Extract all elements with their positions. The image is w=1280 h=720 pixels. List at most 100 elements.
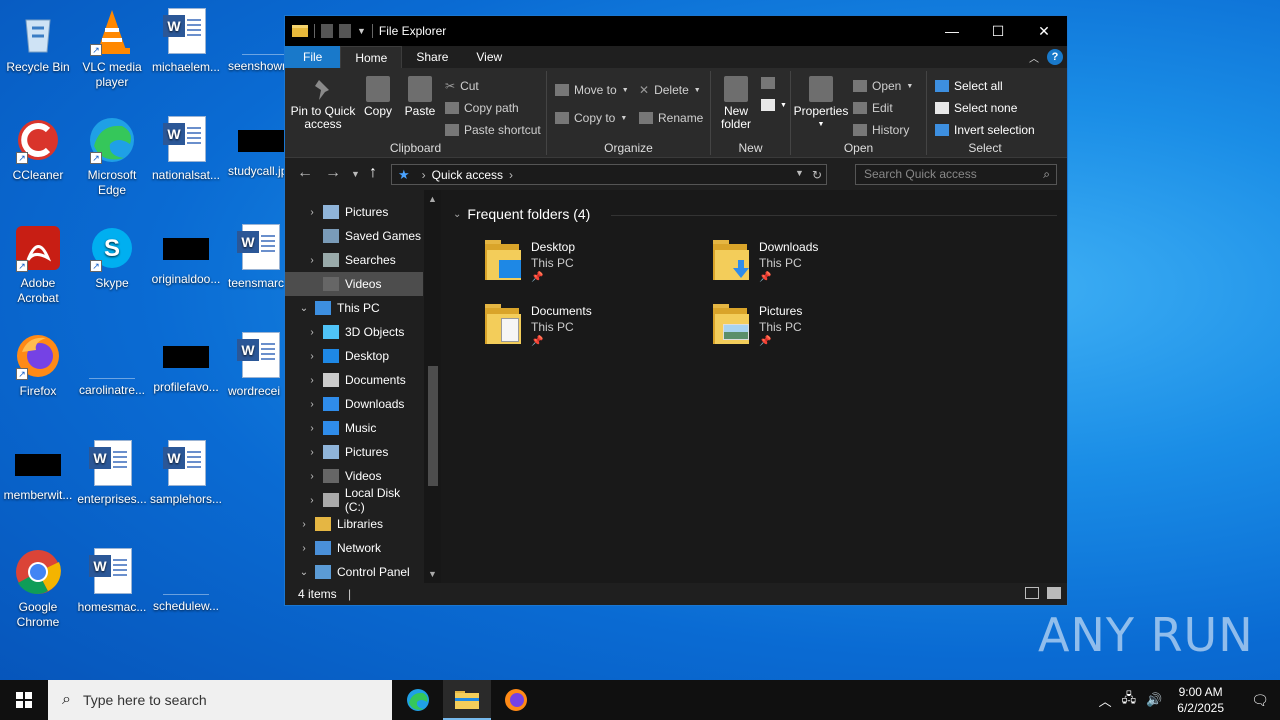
history-button[interactable]: History: [853, 123, 909, 137]
new-folder-quick-icon[interactable]: [339, 24, 351, 38]
recycle-bin-shortcut[interactable]: Recycle Bin: [0, 8, 76, 75]
rename-button[interactable]: Rename: [639, 111, 703, 125]
volume-icon[interactable]: 🔊: [1146, 692, 1162, 708]
teensmarc-doc[interactable]: W teensmarc: [222, 224, 284, 291]
up-arrow-icon[interactable]: ↑: [369, 164, 377, 182]
nav-item-videos-pc[interactable]: › Videos: [285, 464, 423, 488]
collapse-chevron-icon[interactable]: ⌄: [297, 303, 311, 314]
memberwit-file[interactable]: memberwit...: [0, 440, 76, 503]
copy-path-button[interactable]: Copy path: [445, 101, 519, 115]
copy-button[interactable]: Copy: [361, 76, 395, 118]
cut-button[interactable]: ✂ Cut: [445, 79, 479, 93]
wordrecei-doc[interactable]: W wordrecei: [222, 332, 284, 399]
tab-file[interactable]: File: [285, 46, 341, 68]
enterprises-doc[interactable]: W enterprises...: [74, 440, 150, 507]
adobe-acrobat-shortcut[interactable]: ↗ Adobe Acrobat: [0, 224, 76, 306]
properties-button[interactable]: Properties ▼: [793, 76, 849, 131]
open-button[interactable]: Open ▼: [853, 79, 913, 93]
title-bar[interactable]: ▼ File Explorer — ☐ ✕: [285, 16, 1067, 46]
tab-view[interactable]: View: [462, 46, 516, 68]
search-input[interactable]: Search Quick access ⌕: [855, 164, 1057, 185]
start-button[interactable]: [0, 680, 48, 720]
expand-chevron-icon[interactable]: ›: [297, 543, 311, 554]
close-button[interactable]: ✕: [1021, 16, 1067, 46]
taskbar-search-box[interactable]: ⌕ Type here to search: [48, 680, 392, 720]
expand-chevron-icon[interactable]: ›: [297, 519, 311, 530]
select-none-button[interactable]: Select none: [935, 101, 1017, 115]
homesmac-doc[interactable]: W homesmac...: [74, 548, 150, 615]
notification-center-icon[interactable]: 🗨: [1240, 692, 1280, 709]
folder-tile-downloads[interactable]: Downloads This PC 📌: [713, 240, 933, 296]
carolinatre-file[interactable]: carolinatre...: [74, 332, 150, 398]
expand-chevron-icon[interactable]: ›: [305, 447, 319, 458]
folder-tile-desktop[interactable]: Desktop This PC 📌: [485, 240, 705, 296]
expand-chevron-icon[interactable]: ›: [305, 351, 319, 362]
show-hidden-icons-chevron-icon[interactable]: ︿: [1099, 691, 1112, 710]
pin-quick-access-button[interactable]: Pin to Quick access: [289, 76, 357, 131]
studycall-file[interactable]: studycall.jp: [222, 116, 284, 179]
edge-shortcut[interactable]: ↗ Microsoft Edge: [74, 116, 150, 198]
easy-access-button[interactable]: ▼: [761, 99, 787, 111]
expand-chevron-icon[interactable]: ›: [305, 327, 319, 338]
copy-to-button[interactable]: Copy to ▼: [555, 111, 627, 125]
new-item-button[interactable]: [761, 77, 775, 89]
nav-item-desktop[interactable]: › Desktop: [285, 344, 423, 368]
details-view-icon[interactable]: [1025, 587, 1039, 599]
network-icon[interactable]: 🖧: [1122, 689, 1137, 711]
collapse-ribbon-icon[interactable]: ︿: [1029, 50, 1039, 65]
expand-chevron-icon[interactable]: ›: [305, 423, 319, 434]
customize-quick-access-icon[interactable]: ▼: [357, 26, 366, 36]
folder-tile-pictures[interactable]: Pictures This PC 📌: [713, 304, 933, 360]
clock[interactable]: 9:00 AM 6/2/2025: [1177, 684, 1224, 716]
invert-selection-button[interactable]: Invert selection: [935, 123, 1035, 137]
nav-item-pictures[interactable]: › Pictures: [285, 200, 423, 224]
schedulew-file[interactable]: schedulew...: [148, 548, 224, 614]
taskbar-firefox[interactable]: [492, 680, 540, 720]
scrollbar-thumb[interactable]: [428, 366, 438, 486]
forward-arrow-icon[interactable]: →: [325, 164, 341, 182]
expand-chevron-icon[interactable]: ›: [305, 471, 319, 482]
expand-chevron-icon[interactable]: ›: [305, 375, 319, 386]
taskbar-file-explorer[interactable]: [443, 680, 491, 720]
new-folder-button[interactable]: New folder: [715, 76, 757, 131]
expand-chevron-icon[interactable]: ›: [305, 207, 319, 218]
move-to-button[interactable]: Move to ▼: [555, 83, 629, 97]
firefox-shortcut[interactable]: ↗ Firefox: [0, 332, 76, 399]
nav-item-searches[interactable]: › Searches: [285, 248, 423, 272]
nav-item-network[interactable]: › Network: [285, 536, 423, 560]
recent-locations-chevron-icon[interactable]: ▼: [351, 169, 360, 179]
delete-button[interactable]: ✕ Delete ▼: [639, 83, 701, 97]
help-icon[interactable]: ?: [1047, 49, 1063, 65]
expand-chevron-icon[interactable]: ›: [305, 255, 319, 266]
breadcrumb-quick-access[interactable]: Quick access: [432, 168, 503, 182]
folder-tile-documents[interactable]: Documents This PC 📌: [485, 304, 705, 360]
ccleaner-shortcut[interactable]: ↗ CCleaner: [0, 116, 76, 183]
minimize-button[interactable]: —: [929, 16, 975, 46]
large-icons-view-icon[interactable]: [1047, 587, 1061, 599]
paste-shortcut-button[interactable]: Paste shortcut: [445, 123, 541, 137]
maximize-button[interactable]: ☐: [975, 16, 1021, 46]
vlc-shortcut[interactable]: ↗ VLC media player: [74, 8, 150, 90]
breadcrumb-chevron-icon[interactable]: ›: [509, 168, 513, 182]
scroll-up-icon[interactable]: ▲: [424, 194, 441, 204]
nav-item-libraries[interactable]: › Libraries: [285, 512, 423, 536]
expand-chevron-icon[interactable]: ›: [305, 399, 319, 410]
expand-chevron-icon[interactable]: ›: [305, 495, 319, 506]
paste-button[interactable]: Paste: [401, 76, 439, 118]
nav-item-this-pc[interactable]: ⌄ This PC: [285, 296, 423, 320]
profilefavo-file[interactable]: profilefavo...: [148, 332, 224, 395]
nav-item-3d-objects[interactable]: › 3D Objects: [285, 320, 423, 344]
taskbar-edge[interactable]: [394, 680, 442, 720]
edit-button[interactable]: Edit: [853, 101, 893, 115]
nav-item-downloads[interactable]: › Downloads: [285, 392, 423, 416]
scroll-down-icon[interactable]: ▼: [424, 569, 441, 579]
select-all-button[interactable]: Select all: [935, 79, 1003, 93]
address-bar[interactable]: ★ › Quick access › ▼ ↻: [391, 164, 827, 185]
samplehors-doc[interactable]: W samplehors...: [148, 440, 224, 507]
refresh-icon[interactable]: ↻: [812, 168, 822, 182]
nav-item-documents[interactable]: › Documents: [285, 368, 423, 392]
back-arrow-icon[interactable]: ←: [297, 164, 313, 182]
collapse-chevron-icon[interactable]: ⌄: [297, 567, 311, 578]
nav-item-local-disk[interactable]: › Local Disk (C:): [285, 486, 423, 514]
nav-item-saved-games[interactable]: Saved Games: [285, 224, 423, 248]
